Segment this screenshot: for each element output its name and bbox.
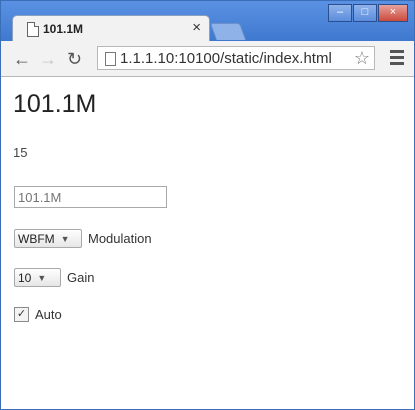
modulation-selected-value: WBFM (18, 231, 55, 246)
maximize-button[interactable]: □ (353, 4, 377, 22)
new-tab-button[interactable] (209, 23, 247, 40)
modulation-label: Modulation (88, 231, 152, 246)
back-arrow-icon[interactable]: ← (13, 49, 31, 70)
modulation-select[interactable]: WBFM ▼ (14, 229, 82, 248)
auto-row: ✓ Auto (14, 307, 62, 322)
page-content: 101.1M 15 WBFM ▼ Modulation 10 ▼ Gain ✓ … (1, 77, 414, 409)
gain-selected-value: 10 (18, 270, 32, 285)
close-window-button[interactable]: × (378, 4, 408, 22)
reload-icon[interactable]: ↻ (67, 49, 82, 70)
chevron-down-icon: ▼ (37, 272, 47, 283)
gain-select[interactable]: 10 ▼ (14, 268, 61, 287)
tab-title: 101.1M (43, 22, 84, 36)
frequency-input[interactable] (14, 186, 167, 208)
title-bar: 101.1M × – □ × (1, 1, 414, 43)
browser-window: 101.1M × – □ × ← → ↻ 1.1.1.10:10100/stat… (0, 0, 415, 410)
modulation-row: WBFM ▼ Modulation (14, 229, 152, 248)
auto-checkbox[interactable]: ✓ (14, 307, 29, 322)
browser-tab[interactable]: 101.1M × (12, 15, 210, 43)
browser-toolbar: ← → ↻ 1.1.1.10:10100/static/index.html ☆ (1, 41, 414, 77)
gain-row: 10 ▼ Gain (14, 268, 94, 287)
minimize-button[interactable]: – (328, 4, 352, 22)
signal-value: 15 (13, 145, 28, 160)
page-icon (105, 52, 116, 66)
window-controls: – □ × (328, 4, 408, 22)
url-text[interactable]: 1.1.1.10:10100/static/index.html (120, 50, 332, 67)
address-bar[interactable]: 1.1.1.10:10100/static/index.html ☆ (97, 46, 375, 70)
gain-label: Gain (67, 270, 95, 285)
document-icon (27, 22, 39, 37)
frequency-heading: 101.1M (13, 90, 97, 118)
bookmark-star-icon[interactable]: ☆ (354, 48, 370, 69)
tab-close-icon[interactable]: × (192, 19, 201, 36)
menu-icon[interactable] (390, 50, 404, 66)
chevron-down-icon: ▼ (60, 233, 70, 244)
auto-label: Auto (35, 307, 62, 322)
forward-arrow-icon[interactable]: → (39, 49, 57, 70)
